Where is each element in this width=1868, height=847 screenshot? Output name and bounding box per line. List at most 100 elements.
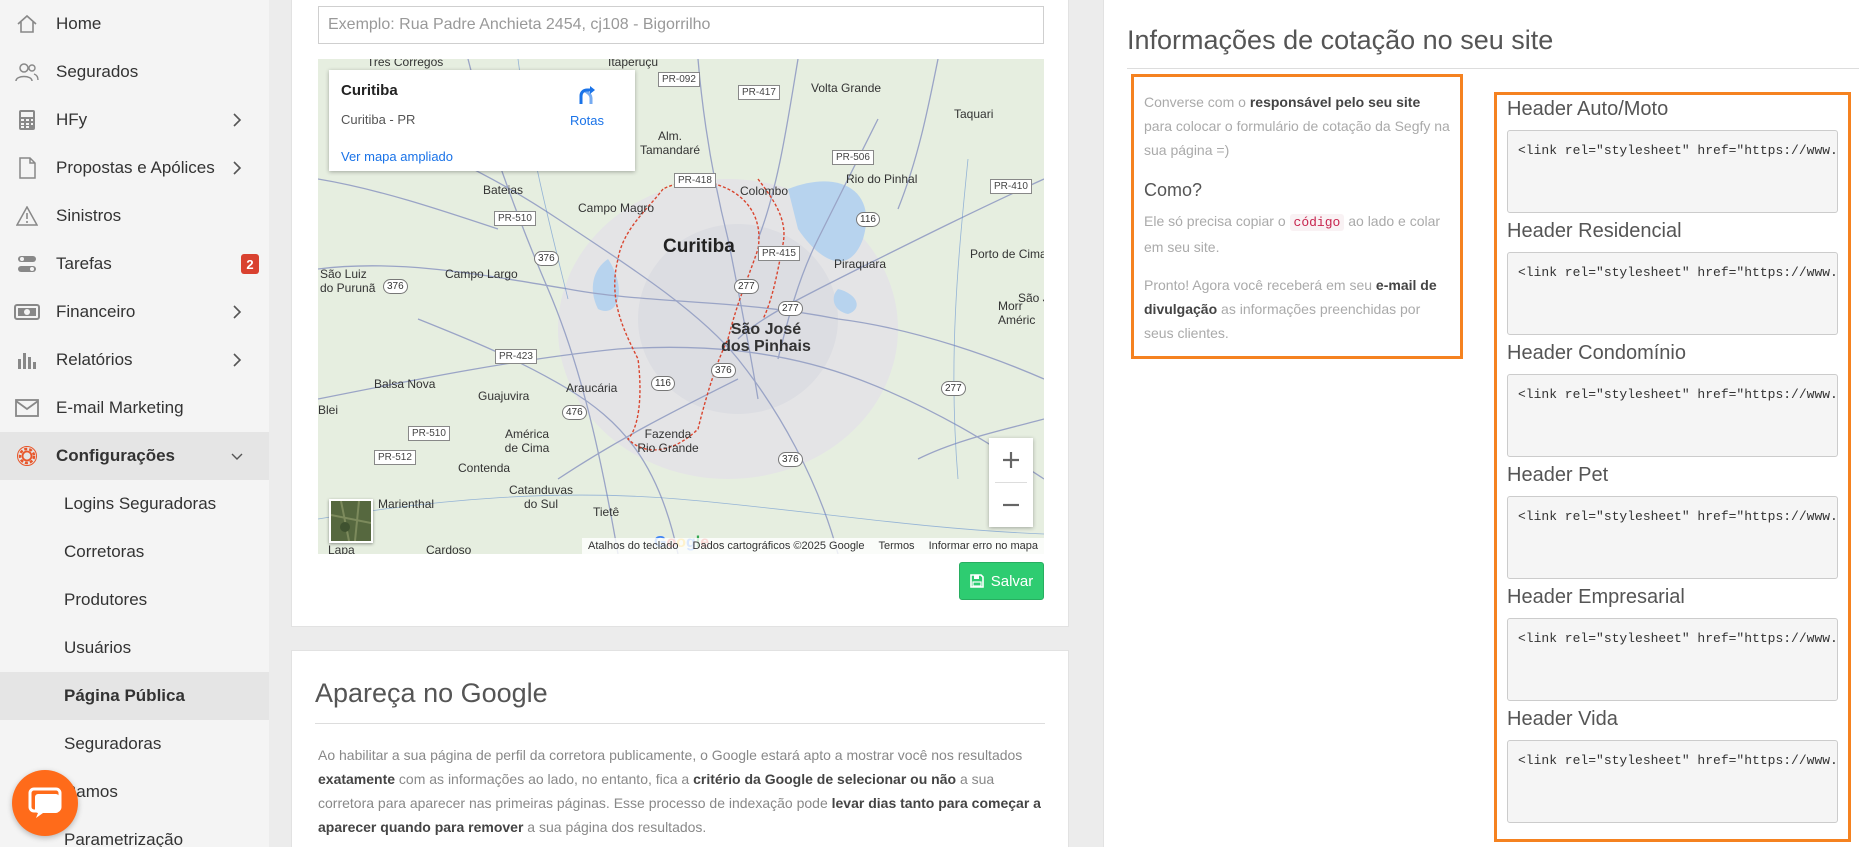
header-condominio-code[interactable]: <link rel="stylesheet" href="https://www… — [1507, 374, 1838, 457]
sidebar-subitem-usuarios[interactable]: Usuários — [0, 624, 269, 672]
map-label: Volta Grande — [811, 81, 882, 95]
report-error-link[interactable]: Informar erro no mapa — [929, 540, 1038, 552]
tasks-count-badge: 2 — [241, 254, 259, 274]
header-vida-code[interactable]: <link rel="stylesheet" href="https://www… — [1507, 740, 1838, 823]
sidebar-item-sinistros[interactable]: Sinistros — [0, 192, 269, 240]
chevron-right-icon — [233, 113, 242, 127]
larger-map-link[interactable]: Ver mapa ampliado — [341, 149, 453, 164]
satellite-thumbnail-icon — [330, 500, 372, 542]
satellite-toggle[interactable] — [329, 499, 373, 543]
envelope-icon — [14, 396, 40, 420]
sidebar-subitem-corretoras[interactable]: Corretoras — [0, 528, 269, 576]
how-text: Ele só precisa copiar o código ao lado e… — [1144, 209, 1450, 259]
minus-icon — [1003, 503, 1019, 507]
road-badge: PR-423 — [495, 349, 537, 364]
chevron-down-icon — [231, 453, 243, 460]
place-region: Curitiba - PR — [341, 112, 416, 127]
header-vida-title: Header Vida — [1507, 708, 1618, 730]
chevron-right-icon — [233, 353, 242, 367]
zoom-out-button[interactable] — [989, 483, 1033, 527]
road-shield: 116 — [651, 376, 675, 391]
address-input[interactable]: Exemplo: Rua Padre Anchieta 2454, cj108 … — [318, 6, 1044, 44]
map-label: Taquari — [954, 107, 994, 121]
map-info-card: Curitiba Curitiba - PR Ver mapa ampliado… — [329, 70, 635, 171]
sidebar-item-home[interactable]: Home — [0, 0, 269, 48]
quote-panel-title: Informações de cotação no seu site — [1127, 25, 1554, 55]
map-footer: Atalhos do teclado Dados cartográficos ©… — [582, 538, 1044, 554]
sidebar-item-label: Relatórios — [56, 350, 133, 369]
calculator-icon — [14, 108, 40, 132]
map-label: Piraquara — [834, 257, 887, 271]
header-pet-code[interactable]: <link rel="stylesheet" href="https://www… — [1507, 496, 1838, 579]
map-label: Contenda — [458, 461, 511, 475]
road-shield: 376 — [778, 452, 803, 467]
sidebar-item-hfy[interactable]: HFy — [0, 96, 269, 144]
text-part-bold: exatamente — [318, 771, 396, 787]
header-snippets-box: Header Auto/Moto <link rel="stylesheet" … — [1494, 92, 1851, 842]
sidebar-item-label: HFy — [56, 110, 88, 129]
road-shield: 376 — [383, 279, 408, 294]
map-label-sao-jose: São José dos Pinhais — [721, 321, 811, 355]
map-label: Bateias — [483, 183, 524, 197]
header-residencial-code[interactable]: <link rel="stylesheet" href="https://www… — [1507, 252, 1838, 335]
sidebar: Home Segurados HFy Propostas e Apólices … — [0, 0, 269, 847]
map-label: Catanduvas do Sul — [508, 483, 574, 511]
sidebar-item-label: E-mail Marketing — [56, 398, 184, 417]
zoom-control — [989, 438, 1033, 527]
text-part: com as informações ao lado, no entanto, … — [395, 771, 694, 787]
road-shield: 277 — [941, 381, 966, 396]
chat-button[interactable] — [12, 770, 78, 836]
text-part: a sua página dos resultados. — [523, 819, 707, 835]
sidebar-item-label: Sinistros — [56, 206, 122, 225]
code-inline: código — [1289, 214, 1345, 231]
routes-button[interactable]: Rotas — [557, 82, 617, 128]
road-badge: PR-506 — [832, 150, 874, 165]
map[interactable]: Três Córregos Itaperuçu Volta Grande Taq… — [318, 59, 1044, 554]
divider — [315, 723, 1045, 724]
header-residencial-title: Header Residencial — [1507, 220, 1682, 242]
header-empresarial-code[interactable]: <link rel="stylesheet" href="https://www… — [1507, 618, 1838, 701]
sidebar-subitem-seguradoras[interactable]: Seguradoras — [0, 720, 269, 768]
map-label: Guajuvira — [478, 389, 530, 403]
sidebar-item-email-marketing[interactable]: E-mail Marketing — [0, 384, 269, 432]
map-label: Rio do Pinhal — [846, 172, 918, 186]
instructions-box: Converse com o responsável pelo seu site… — [1131, 74, 1463, 359]
road-badge: PR-415 — [758, 246, 800, 261]
text-part-bold: responsável pelo seu site — [1249, 94, 1421, 110]
header-pet-title: Header Pet — [1507, 464, 1609, 486]
save-button[interactable]: Salvar — [959, 562, 1044, 600]
zoom-in-button[interactable] — [989, 438, 1033, 482]
instructions-intro: Converse com o responsável pelo seu site… — [1144, 90, 1450, 162]
terms-link[interactable]: Termos — [879, 540, 915, 552]
chat-bubble-icon — [28, 787, 62, 818]
sidebar-subitem-pagina-publica[interactable]: Página Pública — [0, 672, 269, 720]
sidebar-subitem-produtores[interactable]: Produtores — [0, 576, 269, 624]
sidebar-item-financeiro[interactable]: Financeiro — [0, 288, 269, 336]
road-badge: PR-510 — [408, 426, 450, 441]
floppy-disk-icon — [969, 574, 984, 588]
keyboard-shortcuts-link[interactable]: Atalhos do teclado — [588, 540, 679, 552]
sidebar-item-propostas[interactable]: Propostas e Apólices — [0, 144, 269, 192]
road-badge: PR-510 — [494, 211, 536, 226]
map-label: Colombo — [740, 184, 789, 198]
warning-icon — [14, 204, 40, 228]
sidebar-subitem-logins-seguradoras[interactable]: Logins Seguradoras — [0, 480, 269, 528]
map-label: Morr Améric — [998, 299, 1036, 327]
directions-icon — [579, 86, 595, 104]
sidebar-item-label: Segurados — [56, 62, 139, 81]
map-label: Alm. Tamandaré — [640, 129, 701, 157]
chevron-right-icon — [233, 161, 242, 175]
map-label: Balsa Nova — [374, 377, 436, 391]
sidebar-item-relatorios[interactable]: Relatórios — [0, 336, 269, 384]
sidebar-item-tarefas[interactable]: Tarefas 2 — [0, 240, 269, 288]
ready-text: Pronto! Agora você receberá em seu e-mai… — [1144, 273, 1450, 345]
header-auto-moto-code[interactable]: <link rel="stylesheet" href="https://www… — [1507, 130, 1838, 213]
sidebar-item-configuracoes[interactable]: Configurações — [0, 432, 269, 480]
sidebar-item-segurados[interactable]: Segurados — [0, 48, 269, 96]
sidebar-item-label: Propostas e Apólices — [56, 158, 215, 177]
map-label: Blei — [318, 403, 339, 417]
map-label: Marienthal — [378, 497, 435, 511]
plus-icon — [1003, 452, 1019, 468]
map-label: Porto de Cima — [970, 247, 1044, 261]
map-label: Cardoso — [426, 543, 472, 554]
